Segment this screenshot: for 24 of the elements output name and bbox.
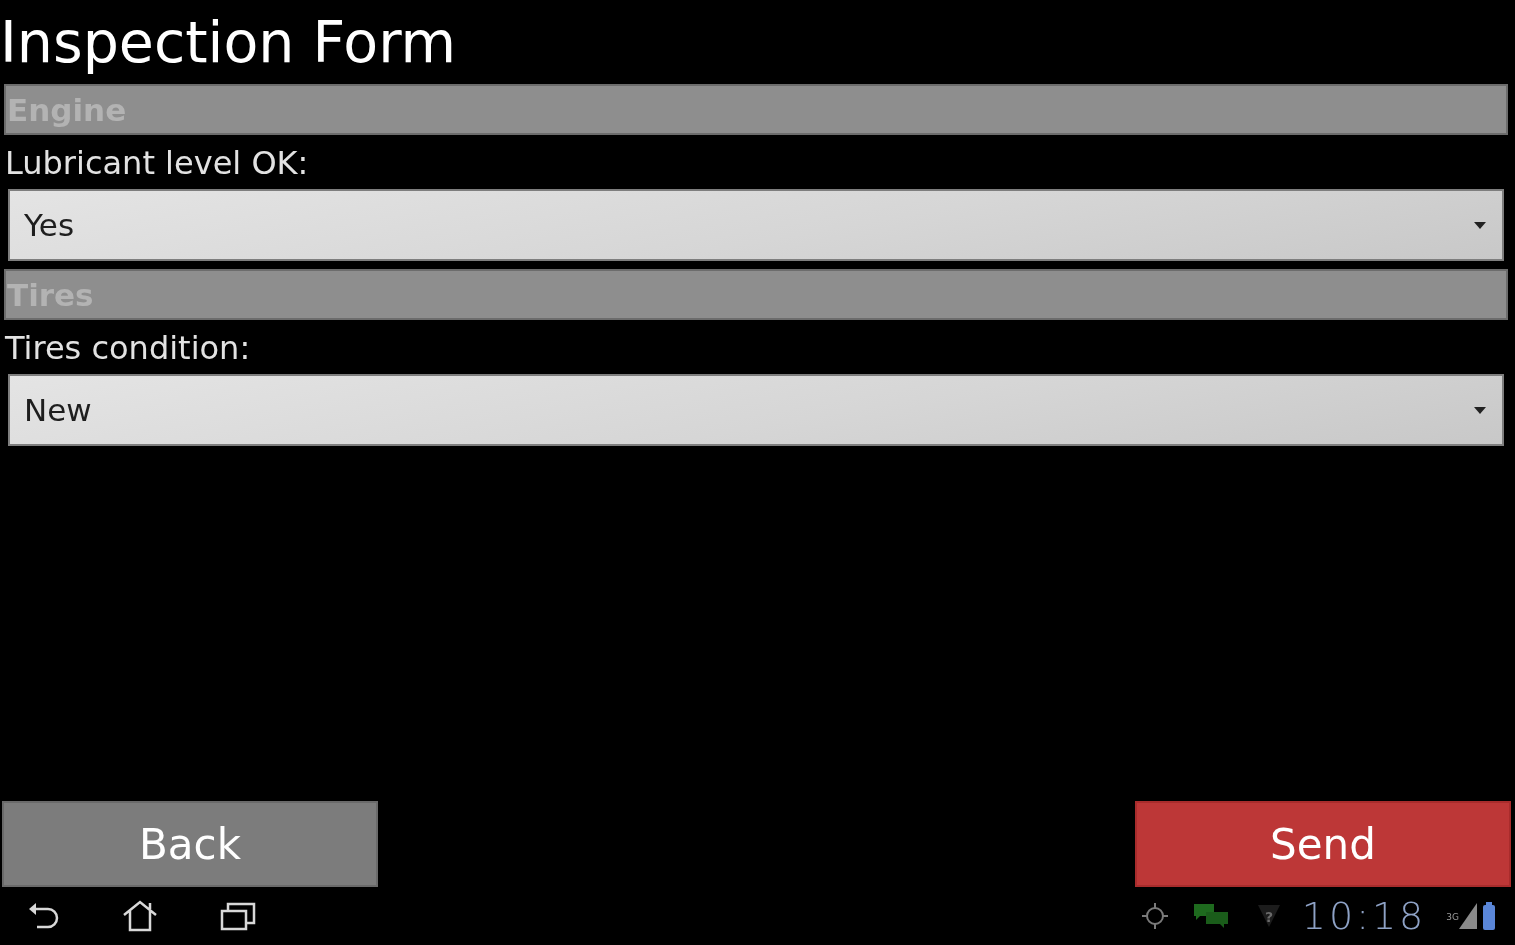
battery-icon — [1483, 902, 1495, 930]
recent-apps-button[interactable] — [220, 901, 256, 931]
caret-icon — [1474, 221, 1486, 229]
network-type: 3G — [1446, 912, 1459, 922]
clock-time: 10:18 — [1301, 894, 1427, 938]
dropdown-field[interactable]: Yes — [8, 189, 1504, 261]
home-icon — [122, 900, 158, 932]
dropdown-value: Yes — [24, 207, 75, 243]
dropdown-field[interactable]: New — [8, 374, 1504, 446]
signal-bars-icon — [1459, 903, 1477, 929]
field-label: Lubricant level OK: — [5, 143, 309, 184]
overlapping-windows-icon — [220, 901, 256, 931]
back-nav-button[interactable] — [28, 901, 60, 931]
chat-bubbles-icon — [1193, 904, 1228, 928]
field-label: Tires condition: — [5, 328, 251, 369]
form-title: Inspection Form — [0, 8, 457, 76]
home-nav-button[interactable] — [122, 900, 158, 932]
caret-icon — [1474, 406, 1486, 414]
crosshair-icon — [1141, 903, 1168, 929]
back-arrow-icon — [28, 901, 60, 931]
send-button[interactable]: Send — [1135, 801, 1511, 887]
unknown-signal-icon: ? — [1257, 903, 1280, 929]
back-button[interactable]: Back — [2, 801, 378, 887]
dropdown-value: New — [24, 392, 92, 428]
